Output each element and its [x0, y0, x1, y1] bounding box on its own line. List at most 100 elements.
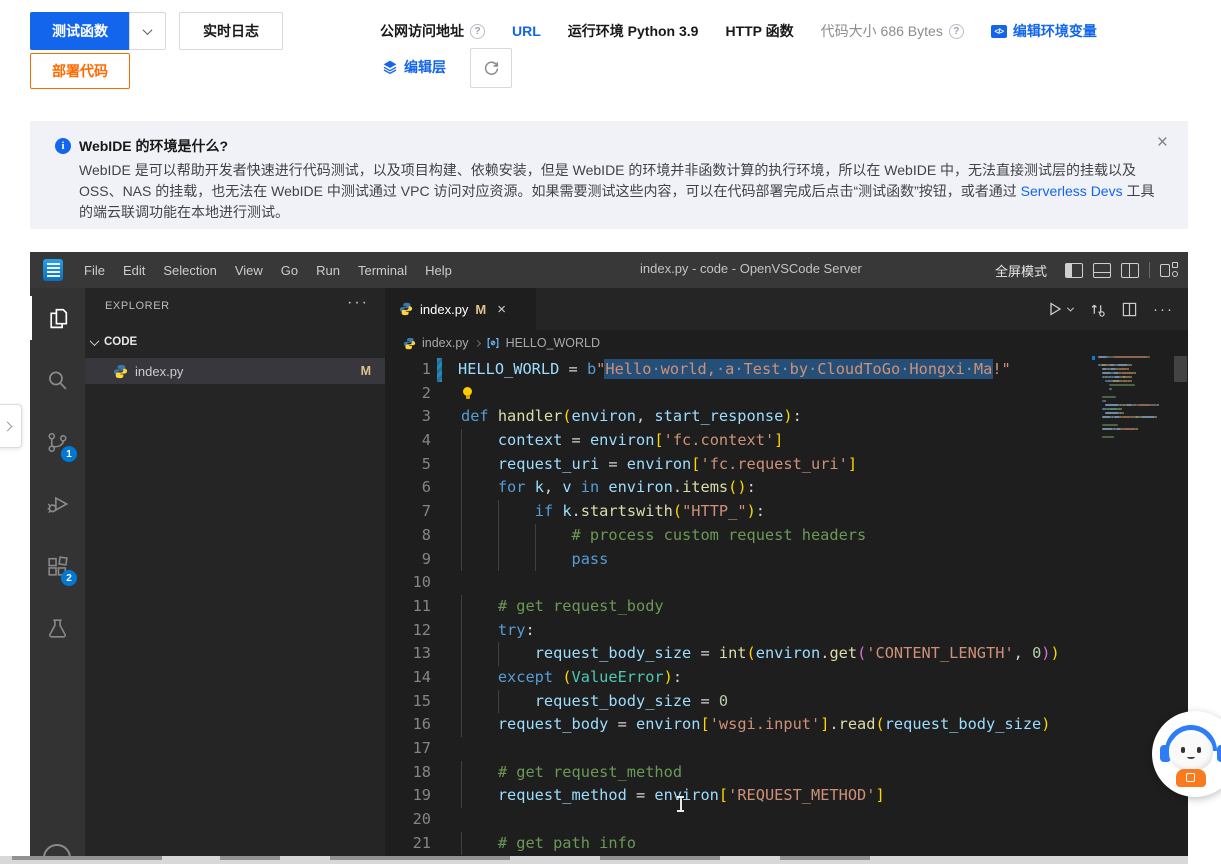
code-text: # process custom request headers [461, 524, 866, 548]
customize-layout-icon[interactable] [1160, 262, 1178, 278]
code-text: def handler(environ, start_response): [461, 405, 802, 429]
code-line-18[interactable]: 18 # get request_method [385, 761, 1188, 785]
code-section-row[interactable]: CODE [85, 330, 385, 354]
python-icon [113, 364, 128, 379]
headphone-cup-icon [1217, 745, 1221, 762]
code-line-5[interactable]: 5 request_uri = environ['fc.request_uri'… [385, 453, 1188, 477]
scrollbar-slider[interactable] [1174, 356, 1187, 382]
realtime-log-button[interactable]: 实时日志 [179, 12, 283, 50]
menu-item-file[interactable]: File [75, 259, 114, 282]
code-editor[interactable]: 1HELLO_WORLD = b"Hello·world,·a·Test·by·… [385, 356, 1188, 856]
edit-env-vars-link[interactable]: </> 编辑环境变量 [991, 21, 1097, 41]
refresh-button[interactable] [470, 48, 512, 88]
search-activity-icon[interactable] [30, 358, 85, 402]
activity-bar: 1 2 [30, 288, 85, 856]
breadcrumb-file[interactable]: index.py [422, 336, 469, 350]
git-modified-gutter-marker [437, 358, 442, 382]
breadcrumb-symbol[interactable]: HELLO_WORLD [506, 336, 600, 350]
public-url-label: 公网访问地址 ? [380, 21, 485, 41]
robot-body [1176, 769, 1206, 787]
code-line-4[interactable]: 4 context = environ['fc.context'] [385, 429, 1188, 453]
code-line-16[interactable]: 16 request_body = environ['wsgi.input'].… [385, 713, 1188, 737]
close-icon[interactable]: × [1157, 133, 1168, 152]
menu-item-terminal[interactable]: Terminal [349, 259, 416, 282]
run-debug-icon [45, 491, 71, 517]
code-line-19[interactable]: 19 request_method = environ['REQUEST_MET… [385, 784, 1188, 808]
gutter [437, 642, 445, 666]
menu-item-edit[interactable]: Edit [114, 259, 154, 282]
chevron-right-icon [2, 421, 12, 431]
gutter [437, 832, 445, 856]
toggle-secondary-sidebar-icon[interactable] [1121, 263, 1139, 278]
help-icon[interactable]: ? [949, 24, 964, 39]
code-line-12[interactable]: 12 try: [385, 619, 1188, 643]
code-line-2[interactable]: 2 [385, 382, 1188, 406]
edit-layers-link[interactable]: 编辑层 [382, 57, 446, 77]
code-line-3[interactable]: 3def handler(environ, start_response): [385, 405, 1188, 429]
code-line-1[interactable]: 1HELLO_WORLD = b"Hello·world,·a·Test·by·… [385, 358, 1188, 382]
url-link[interactable]: URL [512, 23, 541, 39]
close-tab-icon[interactable]: × [497, 301, 506, 318]
open-changes-icon[interactable] [1089, 301, 1106, 318]
file-row-indexpy[interactable]: index.py M [85, 358, 385, 384]
more-actions-icon[interactable]: ··· [347, 294, 369, 312]
code-text: # get request_body [461, 595, 664, 619]
code-text: try: [461, 619, 535, 643]
code-text: except (ValueError): [461, 666, 682, 690]
test-function-button[interactable]: 测试函数 [30, 12, 130, 50]
code-text: pass [461, 548, 608, 572]
code-text: request_body = environ['wsgi.input'].rea… [461, 713, 1050, 737]
code-text: request_method = environ['REQUEST_METHOD… [461, 784, 885, 808]
code-line-13[interactable]: 13 request_body_size = int(environ.get('… [385, 642, 1188, 666]
code-line-21[interactable]: 21 # get path info [385, 832, 1188, 856]
run-file-button[interactable] [1047, 301, 1073, 317]
toggle-panel-icon[interactable] [1093, 263, 1111, 278]
fullscreen-mode-label[interactable]: 全屏模式 [995, 261, 1047, 280]
menu-item-help[interactable]: Help [416, 259, 461, 282]
expand-panel-button[interactable] [0, 404, 22, 448]
source-control-activity-icon[interactable]: 1 [30, 420, 85, 464]
code-line-8[interactable]: 8 # process custom request headers [385, 524, 1188, 548]
gutter [437, 524, 445, 548]
serverless-devs-link[interactable]: Serverless Devs [1021, 183, 1123, 199]
explorer-activity-icon[interactable] [30, 296, 85, 340]
manage-gear-icon[interactable] [43, 844, 71, 856]
run-debug-activity-icon[interactable] [30, 482, 85, 526]
code-line-11[interactable]: 11 # get request_body [385, 595, 1188, 619]
menu-item-go[interactable]: Go [272, 259, 307, 282]
code-line-17[interactable]: 17 [385, 737, 1188, 761]
code-line-15[interactable]: 15 request_body_size = 0 [385, 690, 1188, 714]
deploy-code-button[interactable]: 部署代码 [30, 53, 130, 89]
code-line-20[interactable]: 20 [385, 808, 1188, 832]
code-line-10[interactable]: 10 [385, 571, 1188, 595]
symbol-variable-icon [486, 336, 500, 350]
testing-activity-icon[interactable] [30, 606, 85, 650]
gutter [437, 405, 445, 429]
breadcrumb: index.py HELLO_WORLD [385, 330, 1188, 356]
menu-item-view[interactable]: View [226, 259, 272, 282]
clipped-page-strip [0, 856, 1188, 864]
code-text: request_uri = environ['fc.request_uri'] [461, 453, 857, 477]
more-actions-icon[interactable]: ··· [1153, 301, 1174, 318]
line-number: 17 [385, 737, 431, 761]
menu-item-selection[interactable]: Selection [154, 259, 225, 282]
help-icon[interactable]: ? [470, 24, 485, 39]
gutter [437, 548, 445, 572]
menu-item-run[interactable]: Run [307, 259, 349, 282]
function-info-bar: 公网访问地址 ? URL 运行环境 Python 3.9 HTTP 函数 代码大… [380, 21, 1097, 41]
python-icon [399, 302, 413, 316]
chevron-down-icon [1067, 304, 1074, 311]
code-line-9[interactable]: 9 pass [385, 548, 1188, 572]
code-line-6[interactable]: 6 for k, v in environ.items(): [385, 476, 1188, 500]
banner-text: WebIDE 是可以帮助开发者快速进行代码测试，以及项目构建、依赖安装，但是 W… [79, 162, 1136, 199]
app-logo-icon[interactable] [43, 259, 63, 281]
toggle-sidebar-icon[interactable] [1065, 263, 1083, 278]
split-editor-icon[interactable] [1122, 302, 1137, 317]
lightbulb-icon[interactable] [461, 387, 474, 400]
test-function-dropdown-button[interactable] [129, 12, 166, 50]
support-chat-mascot[interactable] [1152, 711, 1221, 797]
tab-indexpy[interactable]: index.py M × [385, 288, 537, 330]
code-line-7[interactable]: 7 if k.startswith("HTTP_"): [385, 500, 1188, 524]
code-line-14[interactable]: 14 except (ValueError): [385, 666, 1188, 690]
extensions-activity-icon[interactable]: 2 [30, 544, 85, 588]
